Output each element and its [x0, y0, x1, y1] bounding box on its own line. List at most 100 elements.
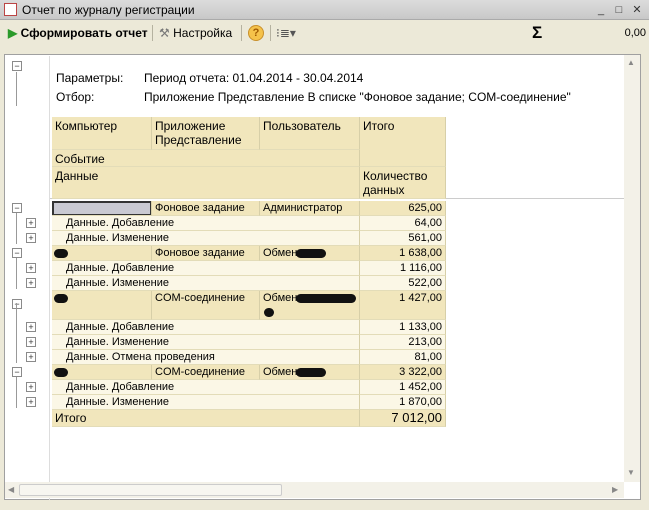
header-app: Приложение Представление: [152, 117, 260, 150]
minimize-button[interactable]: _: [594, 3, 608, 17]
tree-line: [16, 213, 17, 244]
collapse-group-toggle[interactable]: −: [12, 367, 22, 377]
detail-label-cell: Данные. Отмена проведения: [52, 350, 360, 365]
window-title: Отчет по журналу регистрации: [22, 3, 195, 17]
total-label: Итого: [52, 410, 360, 427]
detail-value-cell: 561,00: [360, 231, 446, 246]
horizontal-scrollbar[interactable]: ◀ ▶: [5, 482, 624, 498]
expand-row-toggle[interactable]: +: [26, 278, 36, 288]
redacted-mark: [54, 294, 68, 303]
detail-label-cell: Данные. Изменение: [52, 395, 360, 410]
user-text: Обмен: [263, 292, 298, 304]
tree-line: [16, 258, 17, 289]
expand-row-toggle[interactable]: +: [26, 382, 36, 392]
settings-button[interactable]: ⚒ Настройка: [159, 25, 232, 41]
separator: [270, 25, 271, 41]
scroll-up-icon[interactable]: ▲: [627, 58, 635, 67]
group-computer-cell: [52, 291, 152, 320]
scroll-down-icon[interactable]: ▼: [627, 468, 635, 477]
sum-value: 0,00: [624, 27, 646, 39]
expand-row-toggle[interactable]: +: [26, 322, 36, 332]
detail-label-cell: Данные. Добавление: [52, 320, 360, 335]
generate-label: Сформировать отчет: [20, 26, 148, 40]
separator: [241, 25, 242, 41]
expand-row-toggle[interactable]: +: [26, 263, 36, 273]
header-user: Пользователь: [260, 117, 360, 150]
divider: [49, 56, 50, 500]
detail-value-cell: 522,00: [360, 276, 446, 291]
help-button[interactable]: ?: [248, 25, 264, 41]
group-app-cell: Фоновое задание: [152, 201, 260, 216]
play-icon: ▶: [8, 26, 18, 40]
filter-label: Отбор:: [56, 90, 95, 104]
collapse-group-toggle[interactable]: −: [12, 203, 22, 213]
redacted-mark: [264, 308, 274, 317]
vertical-scrollbar[interactable]: ▲ ▼: [624, 55, 640, 482]
group-app-cell: COM-соединение: [152, 291, 260, 320]
settings-label: Настройка: [173, 26, 233, 40]
report-icon: [4, 3, 17, 16]
user-text: Обмен: [263, 247, 298, 259]
header-data: Данные: [52, 167, 360, 199]
user-text: Обмен: [263, 366, 298, 378]
scroll-left-icon[interactable]: ◀: [8, 485, 14, 494]
maximize-button[interactable]: □: [612, 3, 626, 17]
detail-value-cell: 64,00: [360, 216, 446, 231]
group-value-cell: 625,00: [360, 201, 446, 216]
collapse-group-toggle[interactable]: −: [12, 299, 22, 309]
group-user-cell: Обмен: [260, 246, 360, 261]
expand-row-toggle[interactable]: +: [26, 233, 36, 243]
detail-label-cell: Данные. Добавление: [52, 380, 360, 395]
expand-row-toggle[interactable]: +: [26, 352, 36, 362]
redacted-mark: [296, 249, 326, 258]
params-label: Параметры:: [56, 71, 124, 85]
redacted-mark: [54, 249, 68, 258]
expand-row-toggle[interactable]: +: [26, 218, 36, 228]
total-value: 7 012,00: [360, 410, 446, 427]
detail-value-cell: 213,00: [360, 335, 446, 350]
detail-value-cell: 81,00: [360, 350, 446, 365]
sigma-icon: Σ: [532, 23, 543, 42]
detail-value-cell: 1 116,00: [360, 261, 446, 276]
detail-label-cell: Данные. Добавление: [52, 261, 360, 276]
detail-label-cell: Данные. Добавление: [52, 216, 360, 231]
detail-value-cell: 1 133,00: [360, 320, 446, 335]
collapse-params-toggle[interactable]: −: [12, 61, 22, 71]
generate-report-button[interactable]: ▶ Сформировать отчет: [8, 25, 148, 41]
scroll-thumb[interactable]: [19, 484, 282, 496]
group-value-cell: 1 638,00: [360, 246, 446, 261]
group-user-cell: Обмен: [260, 365, 360, 380]
tree-line: [16, 303, 17, 363]
group-app-cell: COM-соединение: [152, 365, 260, 380]
structure-dropdown-button[interactable]: ⁝≣▾: [276, 25, 296, 41]
group-value-cell: 3 322,00: [360, 365, 446, 380]
group-value-cell: 1 427,00: [360, 291, 446, 320]
detail-label-cell: Данные. Изменение: [52, 276, 360, 291]
separator: [152, 25, 153, 41]
header-total: Итого: [360, 117, 446, 167]
title-bar: Отчет по журналу регистрации _ □ ✕: [0, 0, 649, 20]
filter-value: Приложение Представление В списке "Фонов…: [144, 90, 571, 104]
tree-line: [16, 377, 17, 408]
selected-cell[interactable]: [52, 201, 151, 215]
expand-row-toggle[interactable]: +: [26, 397, 36, 407]
header-computer: Компьютер: [52, 117, 152, 150]
redacted-mark: [296, 294, 356, 303]
detail-label-cell: Данные. Изменение: [52, 231, 360, 246]
detail-label-cell: Данные. Изменение: [52, 335, 360, 350]
redacted-mark: [296, 368, 326, 377]
scroll-right-icon[interactable]: ▶: [612, 485, 618, 494]
header-count: Количество данных: [360, 167, 446, 199]
detail-value-cell: 1 452,00: [360, 380, 446, 395]
group-computer-cell: [52, 365, 152, 380]
tree-line: [16, 72, 17, 106]
header-event: Событие: [52, 150, 360, 167]
detail-value-cell: 1 870,00: [360, 395, 446, 410]
period-value: Период отчета: 01.04.2014 - 30.04.2014: [144, 71, 364, 85]
expand-row-toggle[interactable]: +: [26, 337, 36, 347]
user-text: Администратор: [263, 202, 343, 214]
collapse-group-toggle[interactable]: −: [12, 248, 22, 258]
group-computer-cell: [52, 201, 152, 216]
close-button[interactable]: ✕: [630, 3, 644, 17]
group-user-cell: Обмен: [260, 291, 360, 320]
